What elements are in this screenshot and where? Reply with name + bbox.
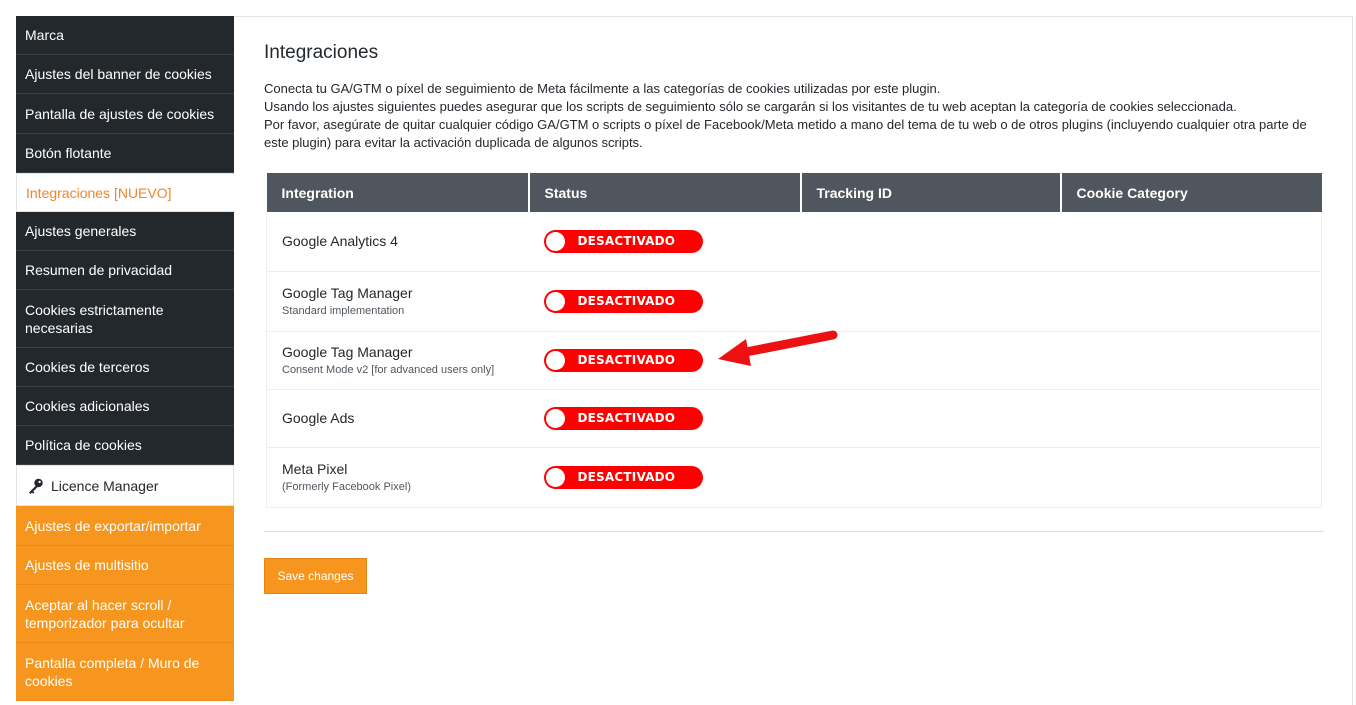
- integration-name: Google Tag Manager: [282, 285, 413, 301]
- toggle-knob: [545, 467, 565, 487]
- table-row: Google Tag Manager Standard implementati…: [266, 271, 1322, 332]
- table-row: Google Analytics 4 DESACTIVADO: [266, 212, 1322, 272]
- column-header-status: Status: [528, 173, 802, 212]
- sidebar-item-cookie-policy[interactable]: Política de cookies: [16, 426, 234, 465]
- toggle-label: DESACTIVADO: [577, 353, 676, 367]
- toggle-label: DESACTIVADO: [577, 294, 676, 308]
- toggle-label: DESACTIVADO: [577, 234, 676, 249]
- integration-name: Google Ads: [282, 410, 355, 426]
- status-toggle[interactable]: DESACTIVADO: [543, 348, 703, 372]
- integration-cell: Meta Pixel (Formerly Facebook Pixel): [266, 447, 529, 508]
- integration-subtitle: Standard implementation: [282, 305, 405, 317]
- status-toggle[interactable]: DESACTIVADO: [543, 406, 703, 430]
- sidebar-item-floating-button[interactable]: Botón flotante: [16, 134, 234, 173]
- sidebar-item-marca[interactable]: Marca: [16, 16, 234, 55]
- cookie-category-cell: [1060, 331, 1322, 390]
- sidebar-item-label: Cookies adicionales: [25, 398, 150, 414]
- integration-name: Google Analytics 4: [282, 233, 398, 250]
- sidebar-item-label: Marca: [25, 27, 64, 43]
- status-cell: DESACTIVADO: [528, 447, 801, 508]
- integrations-table: Integration Status Tracking ID Cookie Ca…: [266, 173, 1322, 508]
- status-toggle[interactable]: DESACTIVADO: [543, 465, 703, 489]
- sidebar-item-label: Pantalla completa / Muro de cookies: [25, 654, 200, 689]
- column-header-integration: Integration: [266, 173, 530, 212]
- tracking-id-cell: [800, 389, 1061, 448]
- sidebar-item-label: Botón flotante: [25, 145, 112, 161]
- sidebar-item-label: Aceptar al hacer scroll / temporizador p…: [25, 596, 185, 631]
- tracking-id-cell: [800, 331, 1061, 390]
- sidebar-item-integrations[interactable]: Integraciones [NUEVO]: [16, 173, 234, 212]
- integration-cell: Google Tag Manager Consent Mode v2 [for …: [266, 331, 529, 390]
- toggle-knob: [545, 408, 565, 428]
- sidebar-item-label: Ajustes de exportar/importar: [25, 517, 201, 534]
- sidebar-item-label: Pantalla de ajustes de cookies: [25, 105, 215, 122]
- sidebar-item-settings-screen[interactable]: Pantalla de ajustes de cookies: [16, 94, 234, 134]
- integration-subtitle: (Formerly Facebook Pixel): [282, 481, 411, 493]
- status-cell: DESACTIVADO: [528, 212, 801, 272]
- integration-name: Meta Pixel: [282, 461, 348, 477]
- status-toggle[interactable]: DESACTIVADO: [543, 289, 703, 313]
- column-header-tracking-id: Tracking ID: [800, 173, 1062, 212]
- status-cell: DESACTIVADO: [528, 271, 801, 332]
- sidebar-item-additional-cookies[interactable]: Cookies adicionales: [16, 387, 234, 426]
- sidebar-item-label: Licence Manager: [51, 477, 159, 494]
- tracking-id-cell: [800, 447, 1061, 508]
- cookie-category-cell: [1060, 447, 1322, 508]
- section-divider: [264, 531, 1324, 532]
- sidebar-item-scroll-accept[interactable]: Aceptar al hacer scroll / temporizador p…: [16, 585, 234, 643]
- integration-cell: Google Ads: [266, 389, 529, 448]
- sidebar-item-label: Integraciones [NUEVO]: [26, 184, 172, 201]
- sidebar-item-label: Política de cookies: [25, 437, 142, 453]
- integration-name: Google Tag Manager: [282, 344, 413, 360]
- sidebar-item-label: Ajustes del banner de cookies: [25, 66, 212, 82]
- page-description: Conecta tu GA/GTM o píxel de seguimiento…: [264, 80, 1324, 152]
- status-cell: DESACTIVADO: [528, 389, 801, 448]
- toggle-label: DESACTIVADO: [577, 470, 676, 484]
- integration-subtitle: Consent Mode v2 [for advanced users only…: [282, 364, 495, 376]
- sidebar-item-label: Resumen de privacidad: [25, 262, 173, 278]
- page-title: Integraciones: [264, 42, 379, 63]
- status-toggle[interactable]: DESACTIVADO: [543, 229, 703, 253]
- description-line: Por favor, asegúrate de quitar cualquier…: [264, 117, 1307, 150]
- toggle-knob: [545, 350, 565, 370]
- integration-cell: Google Analytics 4: [266, 212, 529, 272]
- sidebar-item-banner-settings[interactable]: Ajustes del banner de cookies: [16, 55, 234, 94]
- tracking-id-cell: [800, 271, 1061, 332]
- sidebar-item-licence-manager[interactable]: Licence Manager: [16, 465, 234, 506]
- table-row: Meta Pixel (Formerly Facebook Pixel) DES…: [266, 447, 1322, 508]
- sidebar-item-strictly-necessary[interactable]: Cookies estrictamente necesarias: [16, 290, 234, 348]
- tracking-id-cell: [800, 212, 1061, 272]
- sidebar-item-label: Ajustes generales: [25, 223, 137, 239]
- column-header-cookie-category: Cookie Category: [1060, 173, 1322, 212]
- description-line: Usando los ajustes siguientes puedes ase…: [264, 99, 1237, 114]
- cookie-category-cell: [1060, 271, 1322, 332]
- table-row: Google Ads DESACTIVADO: [266, 389, 1322, 448]
- save-changes-button[interactable]: Save changes: [264, 558, 367, 594]
- sidebar-item-general-settings[interactable]: Ajustes generales: [16, 212, 234, 251]
- description-line: Conecta tu GA/GTM o píxel de seguimiento…: [264, 81, 941, 96]
- toggle-knob: [545, 231, 565, 251]
- sidebar-item-label: Cookies de terceros: [25, 359, 150, 375]
- sidebar-item-label: Ajustes de multisitio: [25, 557, 149, 573]
- sidebar-item-export-import[interactable]: Ajustes de exportar/importar: [16, 506, 234, 546]
- settings-sidebar: Marca Ajustes del banner de cookies Pant…: [16, 16, 234, 705]
- toggle-label: DESACTIVADO: [577, 411, 676, 425]
- cookie-category-cell: [1060, 212, 1322, 272]
- table-row: Google Tag Manager Consent Mode v2 [for …: [266, 331, 1322, 390]
- sidebar-item-cookie-wall[interactable]: Pantalla completa / Muro de cookies: [16, 643, 234, 701]
- sidebar-item-label: Cookies estrictamente necesarias: [25, 301, 164, 336]
- cookie-category-cell: [1060, 389, 1322, 448]
- table-header-row: Integration Status Tracking ID Cookie Ca…: [266, 173, 1322, 212]
- sidebar-item-third-party[interactable]: Cookies de terceros: [16, 348, 234, 387]
- integration-cell: Google Tag Manager Standard implementati…: [266, 271, 529, 332]
- key-icon: [29, 478, 43, 494]
- sidebar-item-privacy-overview[interactable]: Resumen de privacidad: [16, 251, 234, 290]
- sidebar-item-multisite[interactable]: Ajustes de multisitio: [16, 546, 234, 585]
- status-cell: DESACTIVADO: [528, 331, 801, 390]
- toggle-knob: [545, 291, 565, 311]
